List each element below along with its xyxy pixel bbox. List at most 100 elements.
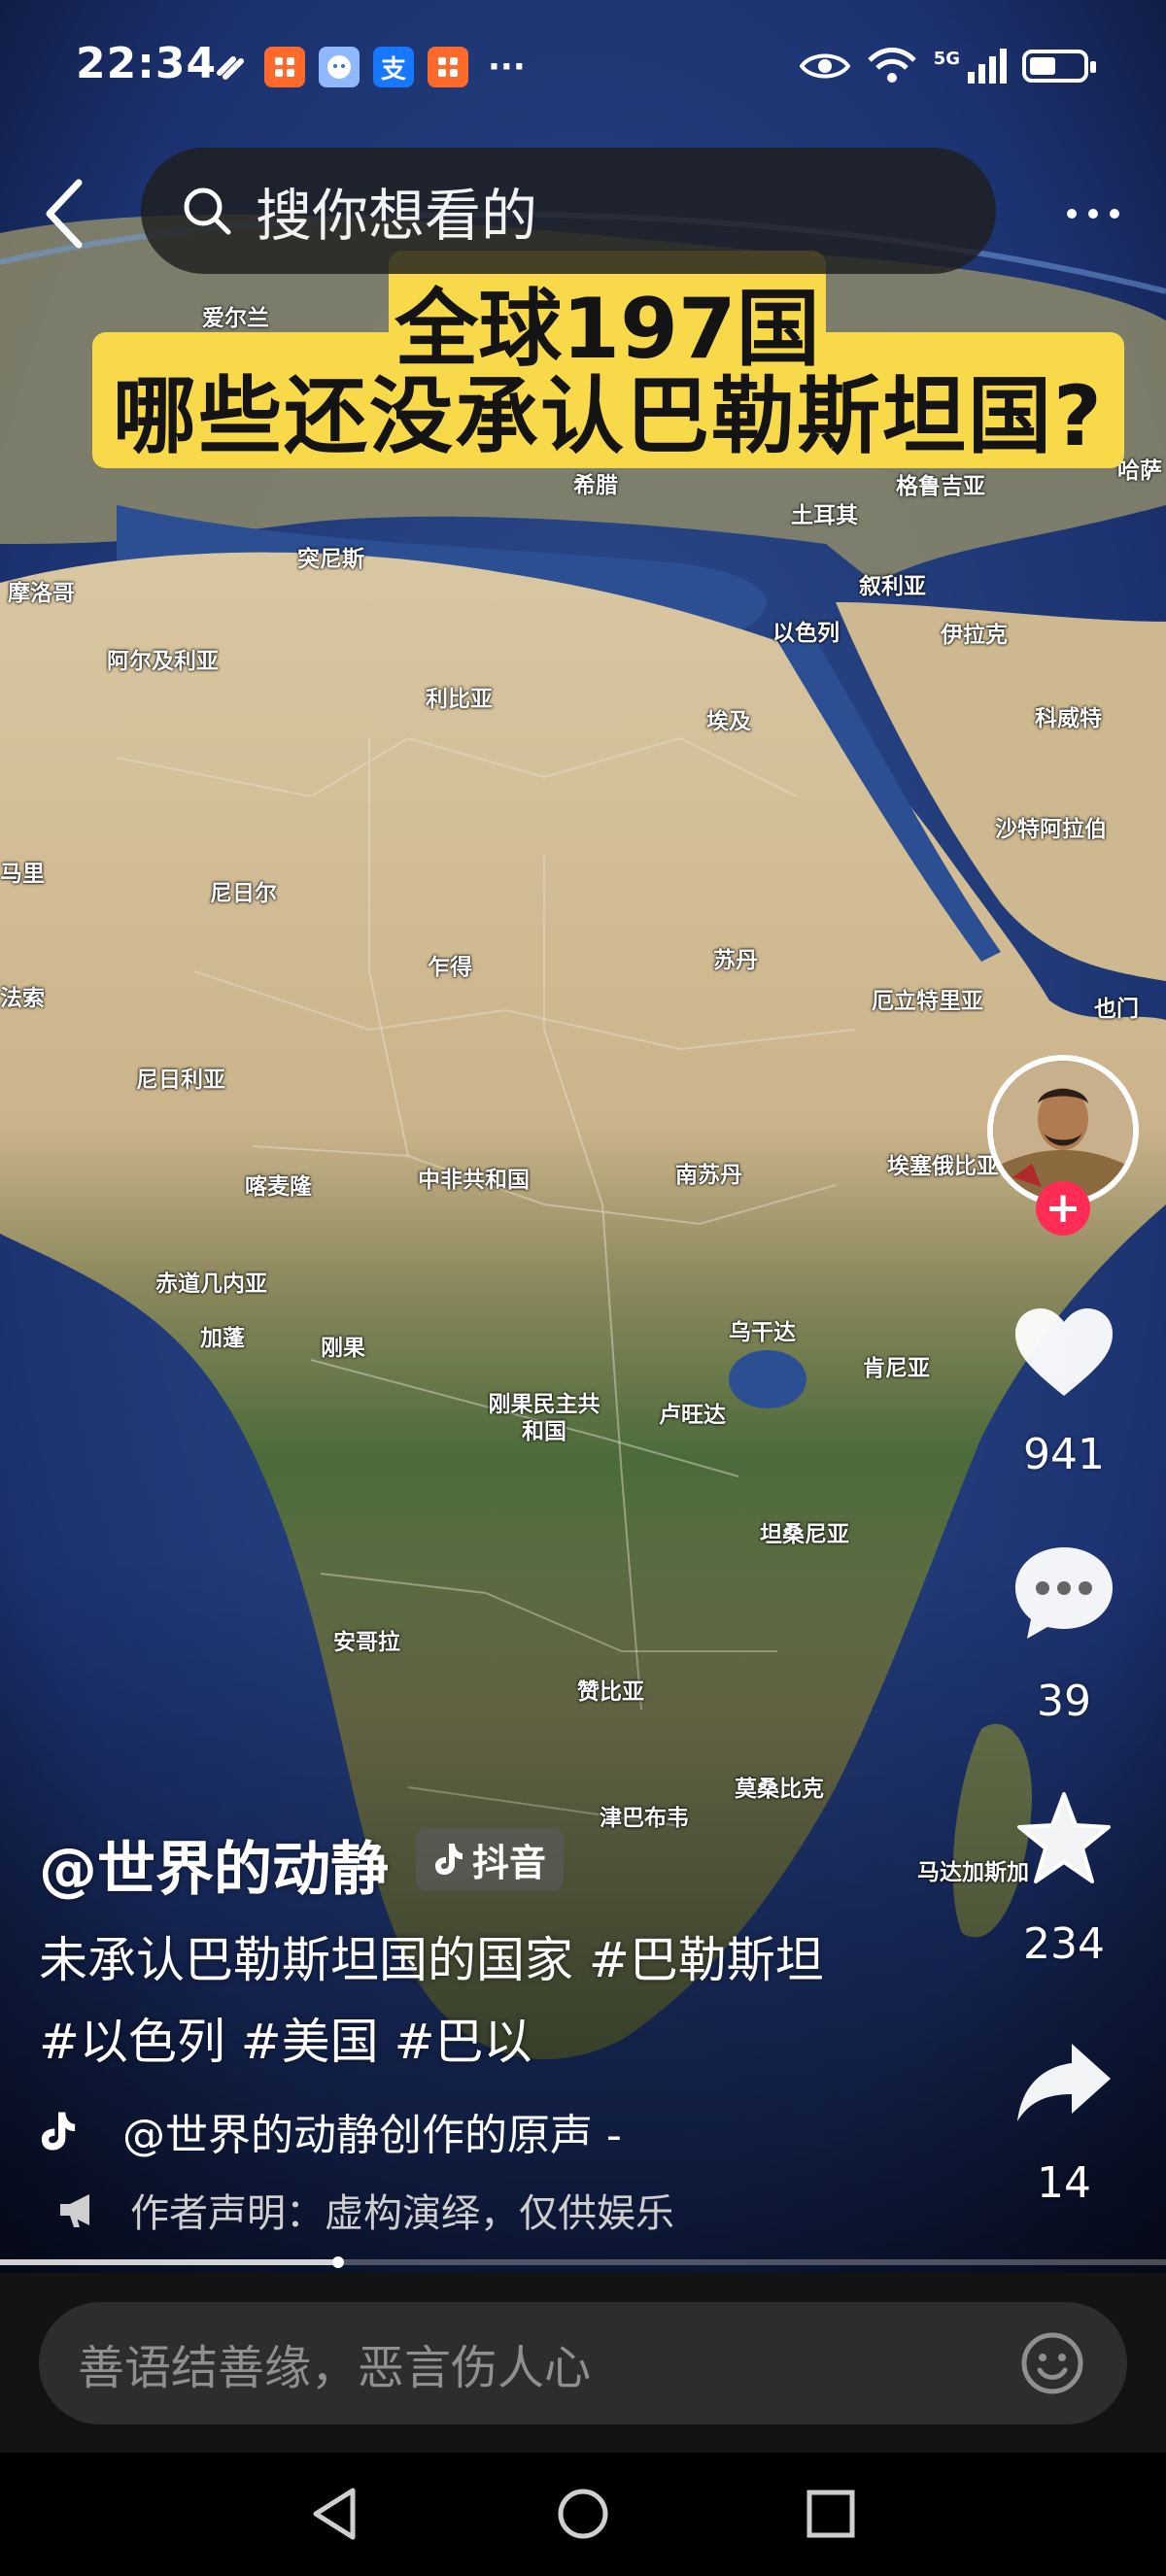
square-recents-icon: [806, 2490, 855, 2538]
video-progress-bar[interactable]: [0, 2256, 1166, 2268]
map-label: 科威特: [1035, 706, 1102, 731]
comment-input[interactable]: 善语结善缘，恶言伤人心: [39, 2302, 1127, 2424]
map-label: 津巴布韦: [600, 1806, 689, 1831]
app-icon-orange: [428, 47, 468, 87]
share-count: 14: [1037, 2158, 1091, 2208]
map-label: 格鲁吉亚: [896, 474, 985, 499]
map-label: 以色列: [772, 621, 840, 646]
eye-icon: [799, 53, 850, 79]
map-label: 厄立特里亚: [872, 989, 983, 1014]
wifi-icon: [867, 48, 916, 83]
map-label: 苏丹: [713, 948, 758, 973]
emoji-icon: [1021, 2332, 1083, 2394]
chevron-left-icon: [46, 179, 83, 249]
more-notifications-icon: ···: [488, 48, 526, 86]
douyin-logo-icon: [435, 1844, 463, 1875]
map-label: 莫桑比克: [735, 1777, 824, 1802]
map-label: 爱尔兰: [202, 306, 269, 331]
network-type: 5G: [933, 49, 960, 69]
status-bar: 22:34 支 ··· 5G: [0, 0, 1166, 136]
map-label: 喀麦隆: [245, 1174, 312, 1200]
map-label: 土耳其: [791, 503, 858, 528]
comment-button[interactable]: [1011, 1539, 1117, 1645]
nav-home-button[interactable]: [554, 2485, 612, 2543]
map-label: 加蓬: [200, 1326, 245, 1351]
more-options-button[interactable]: [1059, 194, 1127, 233]
map-label: 刚果: [321, 1336, 365, 1361]
triangle-back-icon: [313, 2488, 356, 2540]
music-title: @世界的动静创作的原声 -: [122, 2111, 622, 2160]
nav-back-button[interactable]: [306, 2485, 364, 2543]
search-bar[interactable]: 搜你想看的: [141, 148, 996, 274]
video-screen: 爱尔兰 希腊 格鲁吉亚 哈萨 土耳其 突尼斯 摩洛哥 叙利亚 以色列 伊拉克 阿…: [0, 0, 1166, 2576]
notification-icons: 支 ···: [212, 47, 526, 87]
avatar[interactable]: [993, 1061, 1133, 1201]
map-label: 肯尼亚: [863, 1356, 930, 1381]
progress-handle[interactable]: [332, 2256, 344, 2268]
map-label: 叙利亚: [859, 574, 926, 599]
app-icon-blue-face: [319, 47, 360, 87]
battery-icon: [1022, 50, 1096, 83]
map-label: 卢旺达: [659, 1403, 726, 1428]
map-label: 伊拉克: [941, 623, 1008, 648]
map-label: 尼日尔: [210, 881, 277, 906]
back-button[interactable]: [29, 175, 97, 253]
map-label: 赞比亚: [577, 1679, 644, 1705]
map-label: 坦桑尼亚: [760, 1522, 849, 1547]
platform-tag[interactable]: 抖音: [416, 1828, 565, 1890]
author-photo: [993, 1061, 1133, 1201]
author-name[interactable]: @世界的动静: [39, 1822, 389, 1907]
map-label: 南苏丹: [675, 1163, 742, 1188]
platform-tag-label: 抖音: [472, 1841, 547, 1884]
map-label: 中非共和国: [418, 1168, 530, 1193]
map-label: 沙特阿拉伯: [995, 817, 1107, 842]
system-indicators: 5G: [799, 47, 1096, 85]
video-title-line2: 哪些还没承认巴勒斯坦国?: [113, 368, 1104, 465]
search-icon: [184, 187, 231, 235]
map-label: 法索: [0, 986, 45, 1011]
map-label: 尼日利亚: [136, 1068, 225, 1093]
map-label: 也门: [1094, 997, 1139, 1022]
map-label: 利比亚: [426, 687, 493, 712]
signal-icon: 5G: [934, 49, 1007, 84]
app-icon-orange: [264, 47, 305, 87]
map-label: 摩洛哥: [8, 581, 75, 606]
nav-recents-button[interactable]: [802, 2485, 860, 2543]
author-declaration: 作者声明：虚构演绎，仅供娱乐: [56, 2182, 674, 2238]
map-label: 埃塞俄比亚: [887, 1154, 999, 1179]
share-button[interactable]: [1011, 2030, 1117, 2137]
favorite-count: 234: [1023, 1919, 1105, 1969]
progress-fill: [0, 2259, 338, 2265]
map-label: 乌干达: [729, 1320, 796, 1345]
like-count: 941: [1023, 1430, 1105, 1479]
link-icon: [217, 56, 244, 80]
share-arrow-icon: [1017, 2044, 1111, 2121]
comment-count: 39: [1037, 1677, 1091, 1726]
music-note-icon: [41, 2112, 76, 2151]
map-label: 赤道几内亚: [155, 1271, 267, 1297]
music-row[interactable]: @世界的动静创作的原声 -: [39, 2100, 622, 2162]
search-placeholder: 搜你想看的: [256, 183, 538, 249]
favorite-button[interactable]: [1011, 1785, 1117, 1892]
follow-button[interactable]: +: [1036, 1181, 1090, 1236]
map-label: 埃及: [706, 709, 751, 734]
comment-icon: [1015, 1547, 1113, 1639]
map-label: 安哥拉: [333, 1630, 400, 1655]
video-description[interactable]: 未承认巴勒斯坦国的国家 #巴勒斯坦 #以色列 #美国 #巴以: [39, 1919, 836, 2083]
map-label: 希腊: [573, 473, 618, 498]
map-label: 马里: [0, 862, 45, 887]
like-button[interactable]: [1011, 1300, 1117, 1407]
map-label: 乍得: [428, 955, 472, 980]
map-label: 突尼斯: [297, 547, 364, 572]
star-icon: [1017, 1792, 1111, 1883]
clock: 22:34: [76, 39, 218, 88]
heart-icon: [1015, 1308, 1113, 1396]
map-label: 刚果民主共和国: [488, 1392, 600, 1444]
megaphone-icon: [60, 2194, 89, 2227]
comment-placeholder: 善语结善缘，恶言伤人心: [78, 2341, 592, 2395]
declaration-text: 作者声明：虚构演绎，仅供娱乐: [130, 2191, 674, 2236]
map-label: 阿尔及利亚: [107, 649, 219, 674]
circle-home-icon: [558, 2489, 608, 2539]
emoji-button[interactable]: [1020, 2331, 1084, 2395]
alipay-icon: 支: [373, 47, 414, 87]
